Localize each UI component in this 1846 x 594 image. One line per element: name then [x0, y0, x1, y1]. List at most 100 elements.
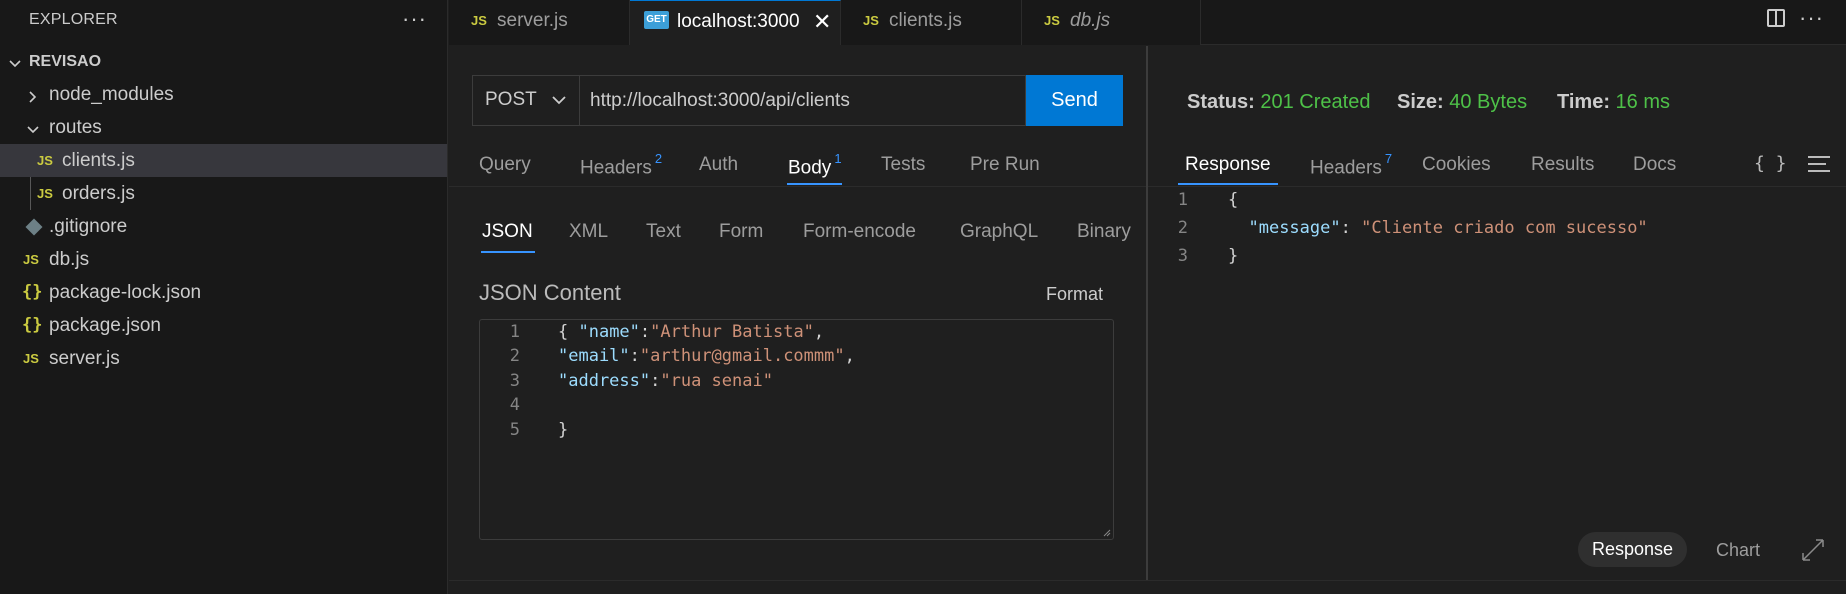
tab-server-js[interactable]: JS server.js [449, 0, 630, 45]
tab-docs[interactable]: Docs [1633, 154, 1676, 176]
code-text: { [1228, 190, 1239, 210]
send-button[interactable]: Send [1026, 75, 1123, 126]
tab-localhost-3000[interactable]: GET localhost:3000 ✕ [630, 0, 841, 45]
panel-splitter[interactable] [1146, 46, 1148, 580]
json-content-label: JSON Content [479, 280, 621, 305]
tree-item-label: server.js [49, 348, 120, 369]
js-file-icon: JS [23, 351, 39, 366]
tab-label: Pre Run [970, 154, 1040, 175]
js-file-icon: JS [37, 186, 53, 201]
explorer-header: EXPLORER ··· [0, 0, 448, 40]
count-badge: 1 [834, 151, 842, 166]
count-badge: 2 [654, 151, 663, 166]
tree-item-label: routes [49, 117, 102, 138]
line-number: 2 [1177, 218, 1188, 238]
tree-item-label: .gitignore [49, 216, 128, 237]
tab-label: server.js [497, 10, 568, 31]
tab-auth[interactable]: Auth [699, 154, 738, 176]
editor-tab-bar: JS server.js GET localhost:3000 ✕ JS cli… [449, 0, 1846, 45]
tree-root-folder[interactable]: REVISAO [0, 45, 447, 78]
tree-item-gitignore[interactable]: .gitignore [0, 210, 447, 243]
tree-item-package-lock-json[interactable]: {} package-lock.json [0, 276, 447, 309]
tab-tests[interactable]: Tests [881, 154, 925, 176]
panel-bottom-border [449, 580, 1846, 594]
status-value: 201 Created [1260, 91, 1371, 113]
code-text: "address":"rua senai" [558, 370, 773, 391]
tree-item-label: orders.js [62, 183, 135, 204]
tree-item-label: package-lock.json [49, 282, 202, 303]
chevron-down-icon [551, 92, 567, 108]
tree-item-node-modules[interactable]: node_modules [0, 78, 447, 111]
line-number: 4 [509, 395, 520, 416]
tree-item-clients-js[interactable]: JS clients.js [0, 144, 447, 177]
js-file-icon: JS [37, 153, 53, 168]
time-label: Time: [1557, 91, 1610, 113]
size-value: 40 Bytes [1449, 91, 1528, 113]
js-file-icon: JS [1044, 13, 1060, 28]
body-type-graphql[interactable]: GraphQL [960, 221, 1038, 243]
js-file-icon: JS [863, 13, 879, 28]
tree-item-label: node_modules [49, 84, 174, 105]
tab-headers[interactable]: Headers 2 [580, 151, 663, 179]
tree-item-orders-js[interactable]: JS orders.js [0, 177, 447, 210]
tree-item-db-js[interactable]: JS db.js [0, 243, 447, 276]
line-number: 2 [509, 346, 520, 367]
tab-cookies[interactable]: Cookies [1422, 154, 1491, 176]
size-indicator: Size: 40 Bytes [1397, 91, 1527, 114]
json-braces-icon: {} [22, 282, 43, 302]
body-type-text[interactable]: Text [646, 221, 681, 243]
body-type-binary[interactable]: Binary [1077, 221, 1131, 243]
method-select[interactable]: POST [472, 75, 579, 126]
format-button[interactable]: Format [1046, 284, 1103, 305]
response-body-viewer: 1 {2 "message": "Cliente criado com suces… [1148, 190, 1846, 280]
time-value: 16 ms [1615, 91, 1671, 113]
tab-query[interactable]: Query [479, 154, 531, 176]
body-type-xml[interactable]: XML [569, 221, 608, 243]
body-type-json[interactable]: JSON [482, 221, 533, 243]
explorer-sidebar: EXPLORER ··· REVISAO node_modules routes… [0, 0, 448, 594]
json-body-editor[interactable]: 1 { "name":"Arthur Batista", 2 "email":"art… [479, 319, 1114, 540]
body-type-form[interactable]: Form [719, 221, 763, 243]
tab-response[interactable]: Response [1185, 154, 1271, 176]
chevron-down-icon [8, 55, 22, 69]
view-response-button[interactable]: Response [1578, 532, 1687, 567]
more-actions-icon[interactable]: ··· [402, 6, 427, 32]
tree-item-server-js[interactable]: JS server.js [0, 342, 447, 375]
view-chart-button[interactable]: Chart [1716, 540, 1760, 561]
resize-grip-icon[interactable] [1101, 527, 1111, 537]
tab-body[interactable]: Body 1 [788, 151, 842, 179]
tree-item-routes[interactable]: routes [0, 111, 447, 144]
tab-results[interactable]: Results [1531, 154, 1594, 176]
code-text: "email":"arthur@gmail.commm", [558, 346, 855, 367]
line-number: 5 [509, 419, 520, 440]
tab-db-js[interactable]: JS db.js [1022, 0, 1201, 45]
status-indicator: Status: 201 Created [1187, 91, 1370, 114]
split-editor-icon[interactable] [1767, 9, 1785, 27]
menu-lines-icon[interactable] [1808, 156, 1830, 172]
method-label: POST [485, 89, 537, 110]
code-text: } [1228, 246, 1239, 266]
tab-label: Auth [699, 154, 739, 175]
get-request-icon: GET [644, 11, 669, 29]
line-number: 1 [509, 322, 520, 342]
git-icon [25, 218, 43, 236]
code-text: { "name":"Arthur Batista", [558, 322, 825, 342]
tab-label: db.js [1070, 10, 1111, 31]
json-braces-icon: {} [22, 315, 43, 335]
js-file-icon: JS [471, 13, 487, 28]
tree-item-label: package.json [49, 315, 161, 336]
status-label: Status: [1187, 91, 1255, 113]
tree-item-package-json[interactable]: {} package.json [0, 309, 447, 342]
expand-icon[interactable] [1800, 537, 1826, 563]
more-actions-icon[interactable]: ··· [1799, 5, 1824, 31]
body-type-form-encode[interactable]: Form-encode [803, 221, 916, 243]
braces-icon[interactable]: { } [1754, 153, 1787, 174]
close-icon[interactable]: ✕ [813, 9, 831, 35]
tab-response-headers[interactable]: Headers 7 [1310, 151, 1393, 179]
tab-clients-js[interactable]: JS clients.js [841, 0, 1022, 45]
url-input[interactable] [579, 75, 1026, 126]
tab-pre-run[interactable]: Pre Run [970, 154, 1040, 176]
chevron-right-icon [26, 88, 40, 103]
explorer-title: EXPLORER [29, 11, 118, 28]
count-badge: 7 [1384, 151, 1393, 166]
